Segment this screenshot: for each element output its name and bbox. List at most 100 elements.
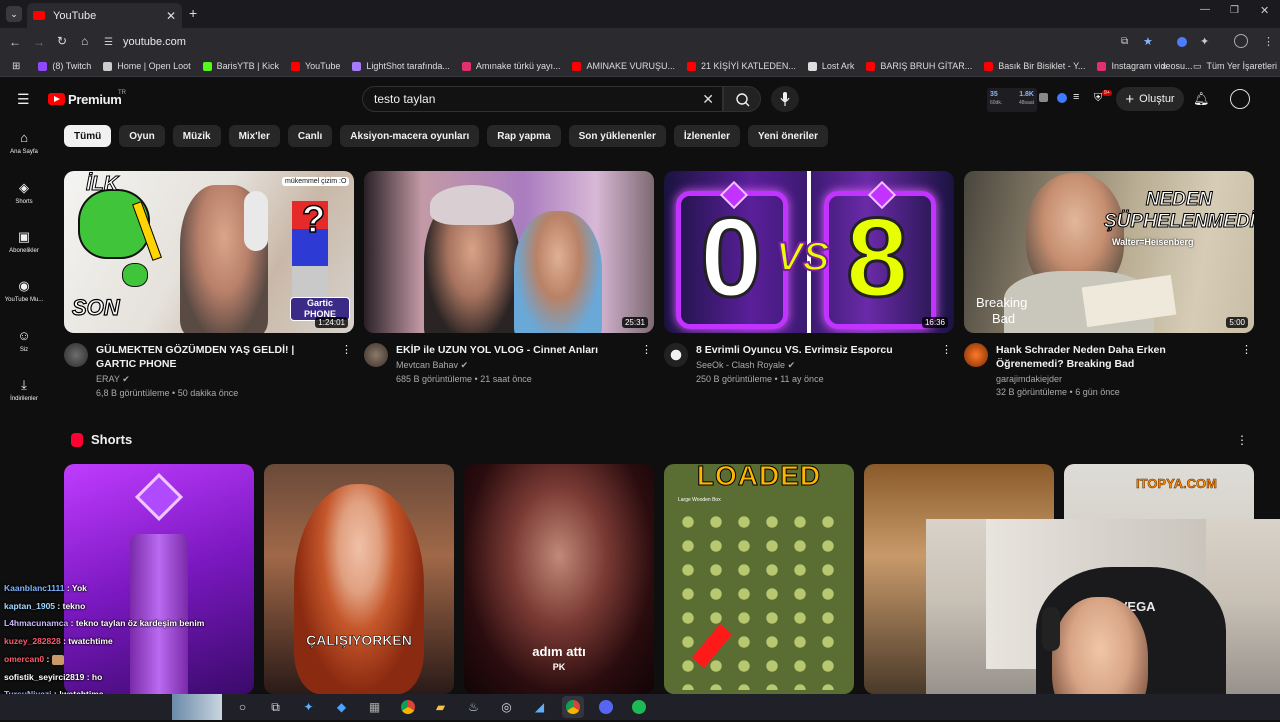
steam-icon[interactable]: ♨ <box>463 696 485 718</box>
taskbar-app-icon[interactable]: ◢ <box>529 696 551 718</box>
taskbar-app-icon[interactable]: ◎ <box>496 696 518 718</box>
list-icon[interactable]: ≡ <box>1073 91 1079 103</box>
bookmark-item[interactable]: (8) Twitch <box>38 61 91 71</box>
filter-chip[interactable]: Oyun <box>119 125 165 147</box>
account-avatar[interactable] <box>1230 89 1250 109</box>
browser-tab-youtube[interactable]: YouTube ✕ <box>27 3 182 28</box>
filter-chip[interactable]: İzlenenler <box>673 125 740 147</box>
browser-menu-icon[interactable]: ⋮ <box>1263 35 1274 48</box>
bookmark-star-icon[interactable]: ★ <box>1143 35 1153 48</box>
shorts-menu-icon[interactable]: ⋮ <box>1236 433 1248 447</box>
all-bookmarks[interactable]: ▭ Tüm Yer İşaretleri <box>1193 61 1277 72</box>
guide-item-abonelikler[interactable]: ▣ Abonelikler <box>0 230 48 255</box>
video-thumbnail[interactable]: İLK SON ? mükemmel çizim :O Gartic PHONE… <box>64 171 354 333</box>
video-thumbnail[interactable]: NEDEN ŞÜPHELENMEDİ? Walter=Heisenberg Br… <box>964 171 1254 333</box>
guide-menu-icon[interactable]: ☰ <box>17 91 30 108</box>
video-thumbnail[interactable]: 0 VS 8 16:36 <box>664 171 954 333</box>
bookmark-item[interactable]: 21 KİŞİYİ KATLEDEN... <box>686 61 796 71</box>
video-menu-icon[interactable]: ⋮ <box>941 343 952 356</box>
minimize-button[interactable]: — <box>1200 4 1210 15</box>
clear-search-icon[interactable]: ✕ <box>702 91 714 108</box>
taskbar-app-icon[interactable]: ✦ <box>298 696 320 718</box>
video-card[interactable]: NEDEN ŞÜPHELENMEDİ? Walter=Heisenberg Br… <box>964 171 1254 397</box>
logo-text[interactable]: Premium <box>68 92 122 107</box>
voice-search-button[interactable] <box>771 86 799 112</box>
taskbar-search-icon[interactable]: ○ <box>232 696 254 718</box>
channel-name[interactable]: Mevtcan Bahav ✔︎ <box>396 360 654 371</box>
install-app-icon[interactable]: ⧉ <box>1121 36 1128 47</box>
site-info-icon[interactable]: ☰ <box>104 37 113 48</box>
create-button[interactable]: + Oluştur <box>1116 87 1184 111</box>
channel-avatar[interactable] <box>964 343 988 367</box>
chrome-active-icon[interactable] <box>561 696 584 718</box>
apps-grid-icon[interactable]: ⊞ <box>12 61 20 72</box>
notifications-bell-icon[interactable]: 🔔︎ <box>1193 91 1210 107</box>
video-title[interactable]: GÜLMEKTEN GÖZÜMDEN YAŞ GELDİ! | GARTIC P… <box>96 343 354 371</box>
video-menu-icon[interactable]: ⋮ <box>641 343 652 356</box>
filter-chip[interactable]: Rap yapma <box>487 125 561 147</box>
channel-avatar[interactable] <box>664 343 688 367</box>
discord-icon[interactable] <box>595 696 617 718</box>
bookmark-item[interactable]: AMINAKE VURUŞU... <box>572 61 675 71</box>
task-view-icon[interactable]: ⧉ <box>265 696 287 718</box>
guide-item-ana-sayfa[interactable]: ⌂ Ana Sayfa <box>0 131 48 156</box>
extension-icon[interactable] <box>1177 37 1187 47</box>
home-button-icon[interactable]: ⌂ <box>81 34 88 48</box>
search-button[interactable] <box>723 86 761 112</box>
guide-item-youtube-mu-[interactable]: ◉ YouTube Mu... <box>0 279 48 304</box>
stats-widget[interactable]: 35 1.8K 60dk. 48saat <box>987 88 1037 112</box>
channel-name[interactable]: SeeOk - Clash Royale ✔︎ <box>696 360 954 371</box>
channel-avatar[interactable] <box>64 343 88 367</box>
extension-toolbar-icon-3[interactable]: ⛨ <box>1094 92 1102 105</box>
channel-name[interactable]: garajimdakiejder <box>996 374 1254 384</box>
restore-button[interactable]: ❐ <box>1230 5 1239 16</box>
filter-chip[interactable]: Yeni öneriler <box>747 125 829 147</box>
video-title[interactable]: EKİP ile UZUN YOL VLOG - Cinnet Anları <box>396 343 654 357</box>
extension-toolbar-icon-2[interactable] <box>1057 93 1067 103</box>
file-explorer-icon[interactable]: ▰ <box>430 696 452 718</box>
tab-search-icon[interactable]: ⌄ <box>6 6 22 22</box>
video-thumbnail[interactable]: 25:31 <box>364 171 654 333</box>
filter-chip[interactable]: Müzik <box>172 125 221 147</box>
short-card[interactable]: ÇALIŞIYORKEN <box>264 464 454 694</box>
video-title[interactable]: Hank Schrader Neden Daha Erken Öğrenemed… <box>996 343 1254 371</box>
youtube-logo-icon[interactable] <box>48 93 65 105</box>
channel-name[interactable]: ERAY ✔︎ <box>96 374 354 385</box>
bookmark-item[interactable]: Basık Bir Bisiklet - Y... <box>984 61 1085 71</box>
short-card[interactable]: adım attı PK <box>464 464 654 694</box>
guide-item-siz[interactable]: ☺ Siz <box>0 329 48 354</box>
bookmark-item[interactable]: Amınake türkü yayı... <box>461 61 560 71</box>
extensions-puzzle-icon[interactable]: ✦ <box>1200 35 1209 48</box>
channel-avatar[interactable] <box>364 343 388 367</box>
new-tab-button[interactable]: + <box>189 5 197 21</box>
spotify-icon[interactable] <box>628 696 650 718</box>
bookmarks-overflow-icon[interactable]: » <box>1162 61 1168 72</box>
taskbar-app-icon[interactable]: ◆ <box>331 696 353 718</box>
bookmark-item[interactable]: Home | Open Loot <box>103 61 191 71</box>
short-card[interactable]: LOADED Large Wooden Box <box>664 464 854 694</box>
tab-close-icon[interactable]: ✕ <box>166 9 176 23</box>
bookmark-item[interactable]: BarisYTB | Kick <box>202 61 279 71</box>
taskbar-app-icon[interactable]: ▦ <box>364 696 386 718</box>
video-card[interactable]: 0 VS 8 16:36 8 Evrimli Oyuncu VS. Evrims… <box>664 171 954 384</box>
profile-icon[interactable] <box>1234 34 1248 48</box>
filter-chip[interactable]: Son yüklenenler <box>568 125 666 147</box>
bookmark-item[interactable]: LightShot tarafında... <box>352 61 450 71</box>
forward-icon[interactable]: → <box>33 35 45 49</box>
video-title[interactable]: 8 Evrimli Oyuncu VS. Evrimsiz Esporcu <box>696 343 954 357</box>
guide-item-shorts[interactable]: ◈ Shorts <box>0 181 48 206</box>
filter-chip[interactable]: Aksiyon-macera oyunları <box>340 125 480 147</box>
chrome-icon[interactable] <box>397 696 419 718</box>
bookmark-item[interactable]: YouTube <box>290 61 340 71</box>
bookmark-item[interactable]: Instagram videosu... <box>1097 61 1192 71</box>
address-bar[interactable]: ☰ youtube.com <box>104 32 1164 52</box>
bookmark-item[interactable]: Lost Ark <box>807 61 854 71</box>
extension-toolbar-icon-1[interactable] <box>1039 93 1048 102</box>
filter-chip[interactable]: Mix'ler <box>228 125 280 147</box>
guide-item-i-ndirilenler[interactable]: ⤓ İndirilenler <box>0 378 48 403</box>
search-input[interactable]: testo taylan ✕ <box>362 86 723 112</box>
bookmark-item[interactable]: BARIŞ BRUH GİTAR... <box>866 61 972 71</box>
filter-chip[interactable]: Canlı <box>287 125 333 147</box>
video-menu-icon[interactable]: ⋮ <box>341 343 352 356</box>
filter-chip[interactable]: Tümü <box>64 125 112 147</box>
